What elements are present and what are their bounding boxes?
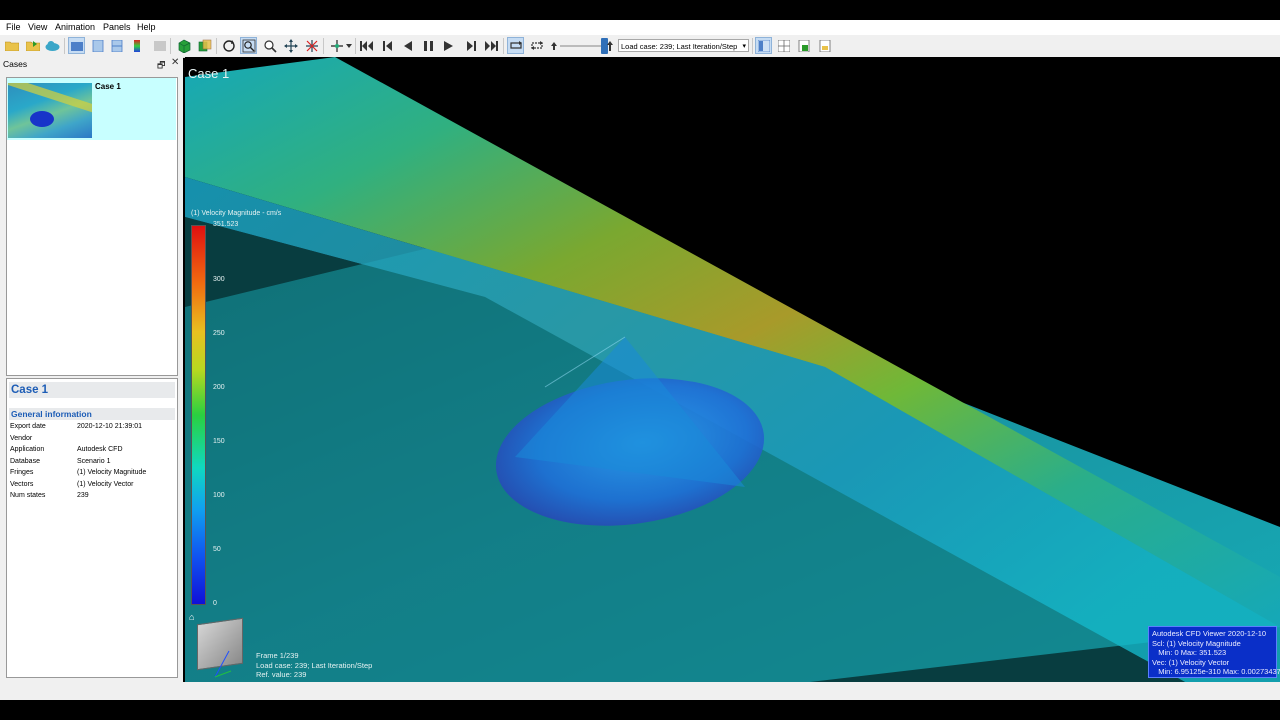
info-row: Application Autodesk CFD — [10, 446, 123, 453]
cases-panel: Cases 🗗 ✕ Case 1 Case 1 General informat… — [0, 57, 183, 682]
info-row: Vectors (1) Velocity Vector — [10, 480, 134, 488]
info-row: Fringes (1) Velocity Magnitude — [10, 469, 147, 476]
menu-view[interactable]: View — [28, 22, 47, 32]
menu-panels[interactable]: Panels — [103, 22, 131, 32]
viewport-title: Case 1 — [188, 66, 230, 81]
cases-panel-title: Cases — [3, 59, 28, 69]
cfd-render — [185, 57, 1280, 682]
reset-view-icon[interactable] — [303, 37, 320, 54]
menu-help[interactable]: Help — [137, 22, 156, 32]
bounce-loop-icon[interactable] — [528, 37, 545, 54]
legend-tick: 300 — [213, 276, 225, 283]
menu-bar: File View Animation Panels Help — [0, 20, 1280, 35]
menu-file[interactable]: File — [6, 22, 21, 32]
legend-title: (1) Velocity Magnitude - cm/s — [191, 210, 282, 217]
zoom-fit-icon[interactable] — [240, 37, 257, 54]
section-plane-icon[interactable] — [328, 37, 345, 54]
zoom-icon[interactable] — [261, 37, 278, 54]
first-frame-icon[interactable] — [358, 37, 375, 54]
case-item[interactable]: Case 1 — [7, 78, 176, 140]
chevron-down-icon[interactable] — [344, 37, 354, 54]
info-section-title: General information — [9, 408, 175, 420]
info-row: Export date 2020-12-10 21:39:01 — [10, 423, 142, 430]
legend-tick: 100 — [213, 492, 225, 499]
info-title: Case 1 — [9, 382, 175, 398]
model-cube-icon[interactable] — [175, 37, 192, 54]
float-panel-icon[interactable]: 🗗 — [157, 58, 165, 74]
info-row: Num states 239 — [10, 492, 89, 499]
case-info-panel: Case 1 General information Export date 20… — [6, 378, 178, 678]
rotate-icon[interactable] — [220, 37, 237, 54]
speed-fast-icon — [606, 37, 614, 54]
load-case-value: Load case: 239; Last Iteration/Step — [621, 42, 738, 51]
chevron-down-icon: ▾ — [742, 43, 746, 50]
model-layers-icon[interactable] — [196, 37, 213, 54]
case-thumbnail — [8, 83, 92, 138]
loop-icon[interactable] — [507, 37, 524, 54]
load-case-select[interactable]: Load case: 239; Last Iteration/Step ▾ — [618, 39, 749, 52]
legend-tick: 250 — [213, 330, 225, 337]
status-bar — [0, 682, 1280, 700]
legend-tick: 351.523 — [213, 221, 239, 228]
color-legend-bar — [191, 225, 206, 605]
play-icon[interactable] — [440, 37, 457, 54]
legend-tick: 150 — [213, 438, 225, 445]
menu-animation[interactable]: Animation — [55, 22, 95, 32]
axis-triad-icon — [214, 650, 232, 678]
legend-tick: 50 — [213, 546, 221, 553]
screen-bottom — [0, 700, 1280, 720]
case-list: Case 1 — [6, 77, 178, 376]
home-view-icon[interactable]: ⌂ — [189, 612, 194, 622]
close-icon[interactable]: ✕ — [171, 57, 179, 68]
pause-icon[interactable] — [420, 37, 437, 54]
legend-tick: 0 — [213, 600, 217, 607]
toolbar: Load case: 239; Last Iteration/Step ▾ ⚙ — [0, 35, 1280, 91]
export-icon[interactable] — [795, 37, 812, 54]
title-bar — [0, 0, 1280, 20]
grid-layout-icon[interactable] — [775, 37, 792, 54]
report-icon[interactable] — [816, 37, 833, 54]
view-layout-icon[interactable] — [68, 37, 85, 54]
info-row: Database Scenario 1 — [10, 457, 111, 465]
cloud-icon[interactable] — [44, 37, 61, 54]
open-folder-icon[interactable] — [3, 37, 20, 54]
next-frame-icon[interactable] — [462, 37, 479, 54]
legend-tick: 200 — [213, 384, 225, 391]
viewer-status-box: Autodesk CFD Viewer 2020-12-10 Scl: (1) … — [1148, 626, 1280, 678]
case-item-label: Case 1 — [95, 82, 121, 91]
info-row: Vendor — [10, 434, 33, 442]
last-frame-icon[interactable] — [482, 37, 499, 54]
open-recent-icon[interactable] — [24, 37, 41, 54]
play-backward-icon[interactable] — [399, 37, 416, 54]
view-split-icon[interactable] — [108, 37, 125, 54]
3d-viewport[interactable]: Case 1 (1) Velocity Magnitude - cm/s 351… — [185, 57, 1280, 682]
disabled-grid-icon[interactable] — [151, 37, 168, 54]
pan-arrows-icon[interactable] — [282, 37, 299, 54]
view-panel-icon[interactable] — [89, 37, 106, 54]
speed-slider-track[interactable] — [560, 45, 604, 47]
previous-frame-icon[interactable] — [379, 37, 396, 54]
legend-colors-icon[interactable] — [128, 37, 145, 54]
frame-info: Frame 1/239 Load case: 239; Last Iterati… — [256, 651, 373, 679]
panel-layout-icon[interactable] — [755, 37, 772, 54]
speed-slow-icon — [549, 37, 559, 54]
